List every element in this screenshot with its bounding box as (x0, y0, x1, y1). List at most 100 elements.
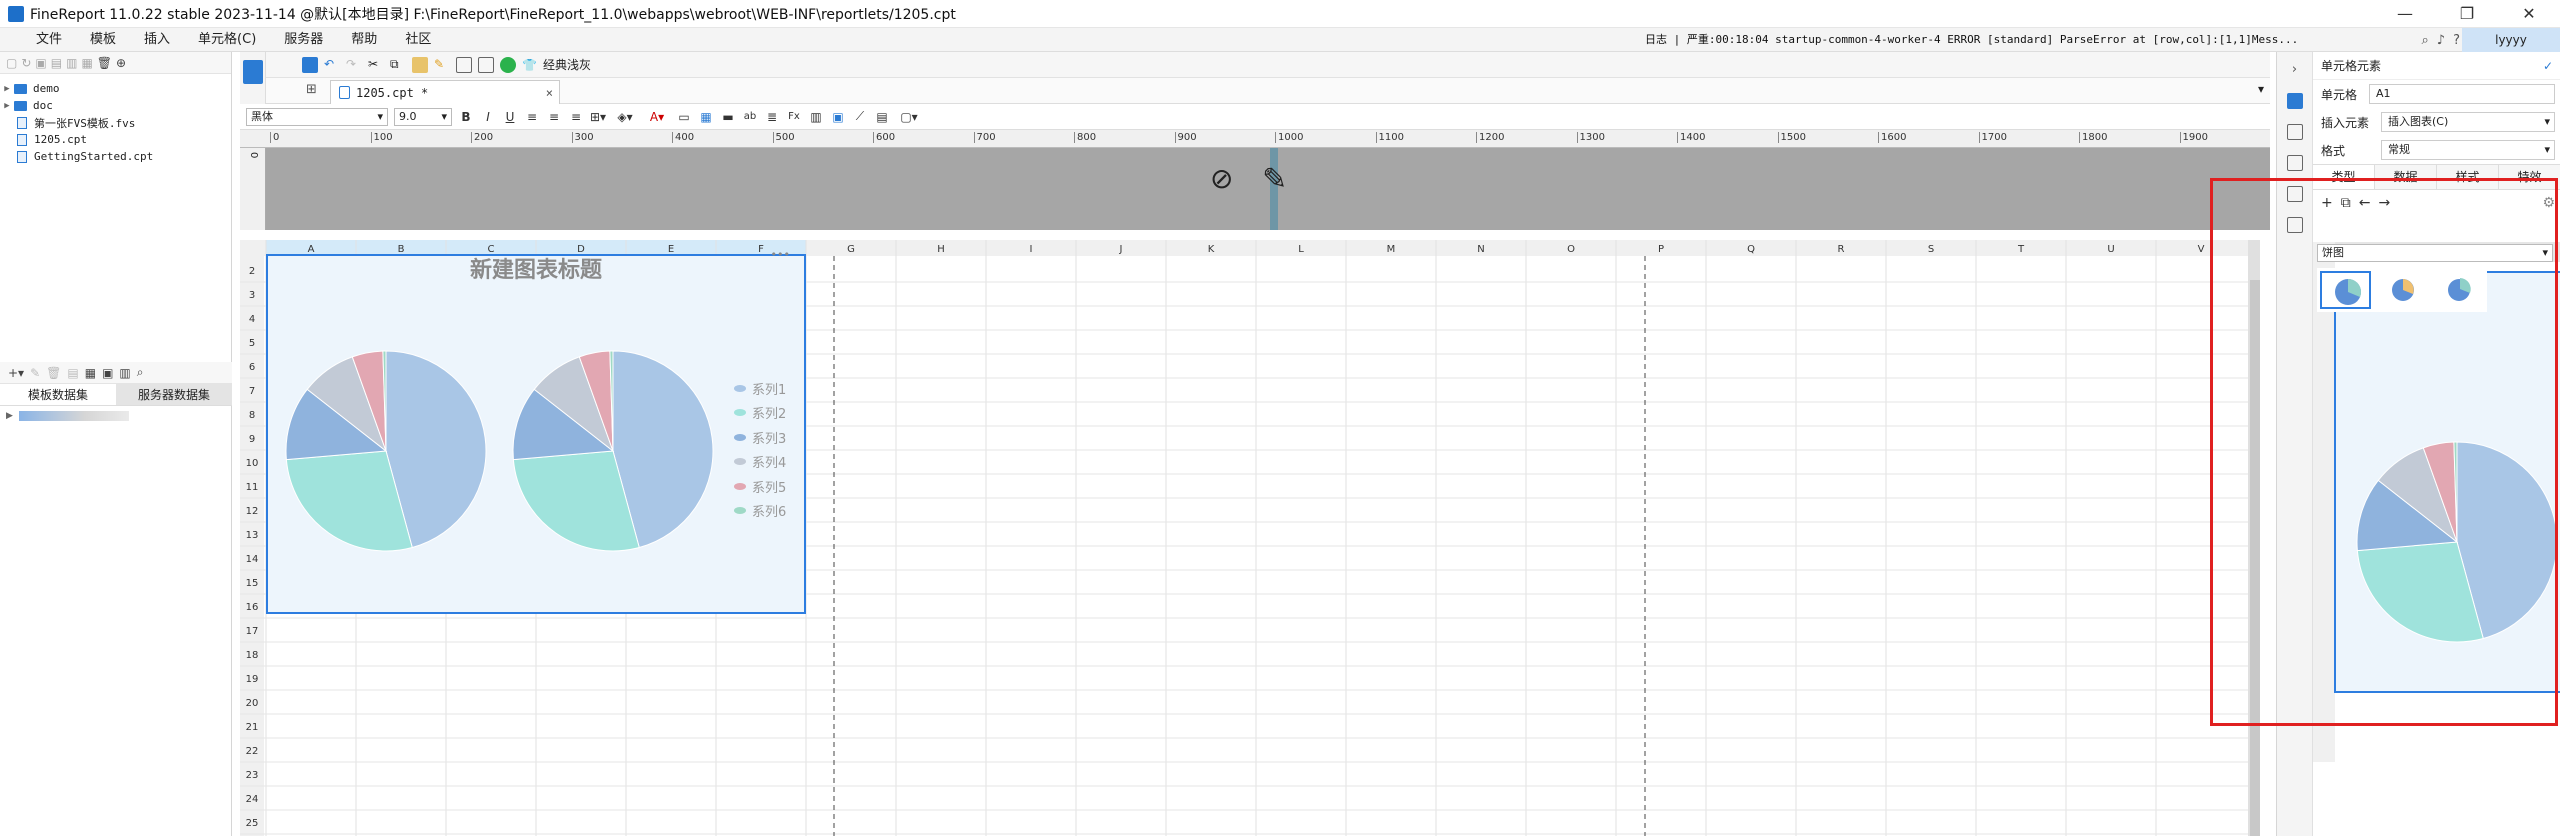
font-color-icon[interactable]: A▾ (644, 110, 670, 124)
format-select[interactable]: 常规 ▾ (2381, 140, 2555, 160)
paste-icon[interactable] (412, 56, 428, 73)
bold-button[interactable]: B (458, 110, 474, 124)
classic-theme-button[interactable]: 经典浅灰 (543, 56, 591, 73)
merge-icon[interactable]: ▭ (676, 110, 692, 124)
row-header[interactable]: 8 (249, 410, 255, 421)
legend-item[interactable]: 系列4 (734, 450, 786, 475)
insert-formula-icon[interactable]: ≣ (764, 110, 780, 124)
row-header[interactable]: 10 (246, 458, 259, 469)
column-header[interactable]: K (1208, 244, 1215, 255)
unmerge-icon[interactable]: ▦ (698, 110, 714, 124)
help-icon[interactable]: ? (2453, 33, 2460, 48)
insert-slash-icon[interactable]: ⟋ (852, 109, 868, 124)
delete-dataset-icon[interactable]: 🗑 (46, 366, 61, 380)
align-right-icon[interactable]: ≡ (568, 110, 584, 124)
menu-server[interactable]: 服务器 (270, 28, 337, 52)
move-left-icon[interactable]: ← (2359, 195, 2371, 211)
row-header[interactable]: 3 (249, 290, 255, 301)
border-icon[interactable]: ⊞▾ (590, 110, 606, 124)
tab-style[interactable]: 样式 (2437, 165, 2499, 189)
column-header[interactable]: M (1387, 244, 1396, 255)
fill-color-icon[interactable]: ◈▾ (612, 110, 638, 124)
menu-community[interactable]: 社区 (391, 28, 445, 52)
row-header[interactable]: 12 (246, 506, 259, 517)
row-header[interactable]: 7 (249, 386, 255, 397)
row-header[interactable]: 20 (246, 698, 259, 709)
hide-icon[interactable]: ⊘ (1210, 162, 1233, 195)
row-header[interactable]: 13 (246, 530, 259, 541)
cell-element-icon[interactable] (2286, 93, 2303, 109)
row-header[interactable]: 17 (246, 626, 259, 637)
tree-node[interactable]: 第一张FVS模板.fvs (0, 114, 231, 131)
open-icon[interactable]: ▣ (35, 56, 46, 70)
row-header[interactable]: 23 (246, 770, 259, 781)
italic-button[interactable]: I (480, 110, 496, 124)
search-icon[interactable]: ⌕ (2422, 33, 2429, 48)
trash-icon[interactable]: 🗑 (97, 56, 112, 70)
column-header[interactable]: G (847, 244, 855, 255)
column-header[interactable]: O (1567, 244, 1575, 255)
column-header[interactable]: J (1119, 244, 1123, 255)
expand-icon[interactable]: ▶ (6, 411, 13, 421)
legend-item[interactable]: 系列3 (734, 425, 786, 450)
format-painter-icon[interactable]: ✎ (434, 57, 450, 73)
delete-icon[interactable]: ▥ (66, 56, 77, 70)
column-header[interactable]: R (1838, 244, 1845, 255)
row-header[interactable]: 6 (249, 362, 255, 373)
pie-variant-3[interactable] (2433, 271, 2484, 309)
menu-insert[interactable]: 插入 (130, 28, 184, 52)
column-header[interactable]: T (2017, 244, 2025, 255)
chart-type-select[interactable]: 饼图 ▾ (2317, 244, 2553, 262)
widget-icon[interactable] (2286, 155, 2303, 171)
new-folder-icon[interactable]: ▢ (6, 56, 17, 70)
locate-icon[interactable]: ⊕ (116, 56, 126, 70)
cut-icon[interactable]: ✂ (368, 57, 384, 73)
column-header[interactable]: P (1658, 244, 1664, 255)
underline-button[interactable]: U (502, 110, 518, 124)
search-dataset-icon[interactable]: ⌕ (137, 365, 144, 380)
copy-dataset-icon[interactable]: ▥ (119, 366, 130, 380)
close-tab-icon[interactable]: × (546, 86, 553, 100)
pie-variant-2[interactable] (2377, 271, 2428, 309)
column-header[interactable]: Q (1747, 244, 1755, 255)
edit-icon[interactable]: ✎ (30, 366, 40, 380)
tree-node[interactable]: GettingStarted.cpt (0, 148, 231, 165)
row-header[interactable]: 9 (249, 434, 255, 445)
tab-effect[interactable]: 特效 (2499, 165, 2560, 189)
confirm-icon[interactable]: ✓ (2543, 59, 2553, 73)
check-icon[interactable] (500, 56, 516, 73)
expand-icon[interactable]: ▶ (0, 84, 14, 94)
insert-text-icon[interactable]: ▬ (720, 110, 736, 124)
insert-select[interactable]: 插入图表(C) ▾ (2381, 112, 2555, 132)
dataset-item[interactable]: ▶ (0, 406, 232, 426)
edit-pencil-icon[interactable]: ✎ (1262, 162, 1287, 197)
row-header[interactable]: 2 (249, 266, 255, 277)
template-param-icon[interactable] (456, 56, 472, 73)
column-header[interactable]: S (1928, 244, 1934, 255)
settings-icon[interactable]: ⚙ (2542, 195, 2555, 211)
tab-server-dataset[interactable]: 服务器数据集 (116, 384, 232, 405)
row-header[interactable]: 11 (246, 482, 259, 493)
column-header[interactable]: I (1030, 244, 1033, 255)
redo-icon[interactable]: ↷ (346, 57, 362, 73)
insert-float-icon[interactable]: ▢▾ (896, 110, 922, 124)
copy-icon[interactable]: ▤ (51, 56, 62, 70)
row-header[interactable]: 24 (246, 794, 259, 805)
font-family-select[interactable]: 黑体 ▾ (246, 107, 388, 126)
row-header[interactable]: 14 (246, 554, 259, 565)
menu-cell[interactable]: 单元格(C) (184, 28, 270, 52)
insert-subreport-icon[interactable]: ▤ (874, 110, 890, 124)
chart-cell[interactable]: 新建图表标题 ••• 系列1 系列2 系列3 系列4 系列5 系列6 (266, 248, 806, 614)
tree-node[interactable]: ▶ doc (0, 97, 231, 114)
tab-data[interactable]: 数据 (2375, 165, 2437, 189)
row-header[interactable]: 18 (246, 650, 259, 661)
maximize-button[interactable]: ❐ (2436, 0, 2498, 28)
cell-input[interactable]: A1 (2369, 84, 2555, 104)
row-header[interactable]: 21 (246, 722, 259, 733)
log-message[interactable]: 日志 | 严重:00:18:04 startup-common-4-worker… (1645, 28, 2390, 52)
menu-template[interactable]: 模板 (76, 28, 130, 52)
row-header[interactable]: 22 (246, 746, 259, 757)
row-header[interactable]: 16 (246, 602, 259, 613)
user-name[interactable]: lyyyy (2462, 28, 2560, 52)
legend-item[interactable]: 系列5 (734, 474, 786, 499)
